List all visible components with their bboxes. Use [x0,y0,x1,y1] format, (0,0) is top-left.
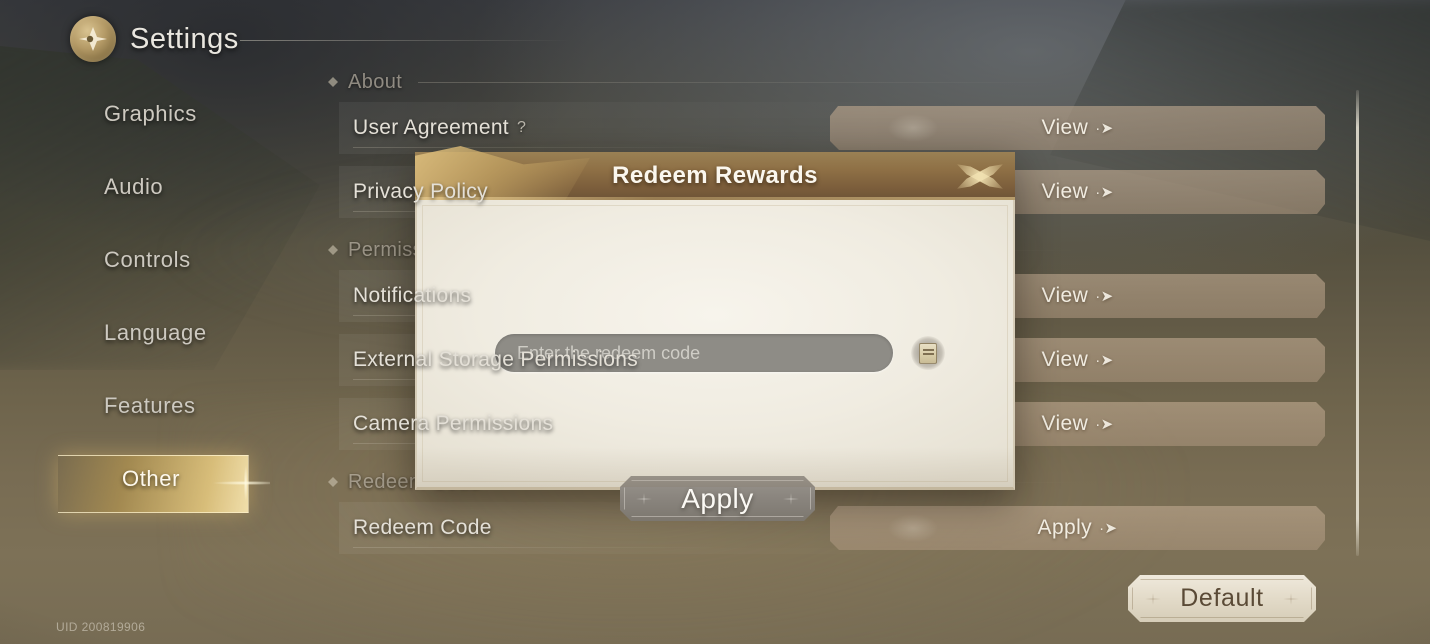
section-header-about: About [325,62,1335,102]
page-title: Settings [130,22,239,55]
sidebar-item-label: Controls [104,247,191,272]
row-label: User Agreement [353,116,509,139]
section-divider [418,81,1335,83]
button-label: View [1041,116,1089,139]
arrow-right-icon: ·➤ [1095,120,1114,137]
button-label: Apply [681,482,754,514]
sidebar-item-label: Graphics [104,101,197,126]
sidebar-item-graphics[interactable]: Graphics [0,86,300,142]
list-scrollbar[interactable] [1356,90,1359,556]
row-label: Camera Permissions [353,412,554,435]
row-label: Privacy Policy [353,180,488,203]
row-label: External Storage Permissions [353,348,639,371]
diamond-bullet-icon [328,477,338,487]
row-label: Notifications [353,284,472,307]
settings-screen: Settings Graphics Audio Controls Languag… [0,0,1430,644]
paste-clipboard-icon[interactable] [911,336,945,370]
sidebar-item-features[interactable]: Features [0,378,300,434]
arrow-right-icon: ·➤ [1095,352,1114,369]
sidebar-item-audio[interactable]: Audio [0,159,300,215]
section-label: About [348,70,403,93]
sidebar-item-other[interactable]: Other [0,451,300,513]
button-label: View [1041,180,1089,203]
diamond-bullet-icon [328,77,338,87]
compass-emblem-icon [70,16,116,62]
ornament-right-icon [778,488,804,510]
row-user-agreement: User Agreement ? View ·➤ [325,102,1335,154]
row-divider [353,147,823,148]
sidebar-item-controls[interactable]: Controls [0,232,300,288]
header-divider [240,40,570,41]
arrow-right-icon: ·➤ [1095,288,1114,305]
arrow-right-icon: ·➤ [1099,520,1118,537]
dialog-title-bar: Redeem Rewards [415,150,1015,203]
button-label: Default [1180,584,1264,612]
row-label: Redeem Code [353,516,492,539]
dialog-apply-button[interactable]: Apply [620,476,815,521]
button-label: View [1041,412,1089,435]
view-button-user-agreement[interactable]: View ·➤ [830,106,1325,150]
arrow-right-icon: ·➤ [1095,184,1114,201]
button-label: View [1041,284,1089,307]
sidebar-item-label: Audio [104,174,164,199]
sidebar-item-language[interactable]: Language [0,305,300,361]
arrow-right-icon: ·➤ [1095,416,1114,433]
button-label: View [1041,348,1089,371]
clipboard-sheet [919,342,937,364]
sidebar: Graphics Audio Controls Language Feature… [0,86,300,524]
dialog-title: Redeem Rewards [612,162,818,189]
page-header: Settings [70,16,239,62]
sidebar-item-label: Language [104,320,207,345]
row-redeem-code: Redeem Code Apply ·➤ [325,502,1335,554]
button-label: Apply [1037,516,1093,539]
sidebar-item-label: Other [122,466,181,491]
ornament-left-icon [1140,588,1166,610]
default-button[interactable]: Default [1128,575,1316,622]
sidebar-item-label: Features [104,393,196,418]
redeem-rewards-dialog: Redeem Rewards Apply [415,152,1015,490]
uid-label: UID 200819906 [56,620,146,634]
apply-button-redeem-code[interactable]: Apply ·➤ [830,506,1325,550]
ornament-right-icon [1278,588,1304,610]
four-point-star-icon [951,150,1009,202]
ornament-left-icon [631,488,657,510]
row-divider [353,547,823,548]
help-icon[interactable]: ? [517,119,526,137]
dialog-body: Apply [415,200,1015,490]
diamond-bullet-icon [328,245,338,255]
